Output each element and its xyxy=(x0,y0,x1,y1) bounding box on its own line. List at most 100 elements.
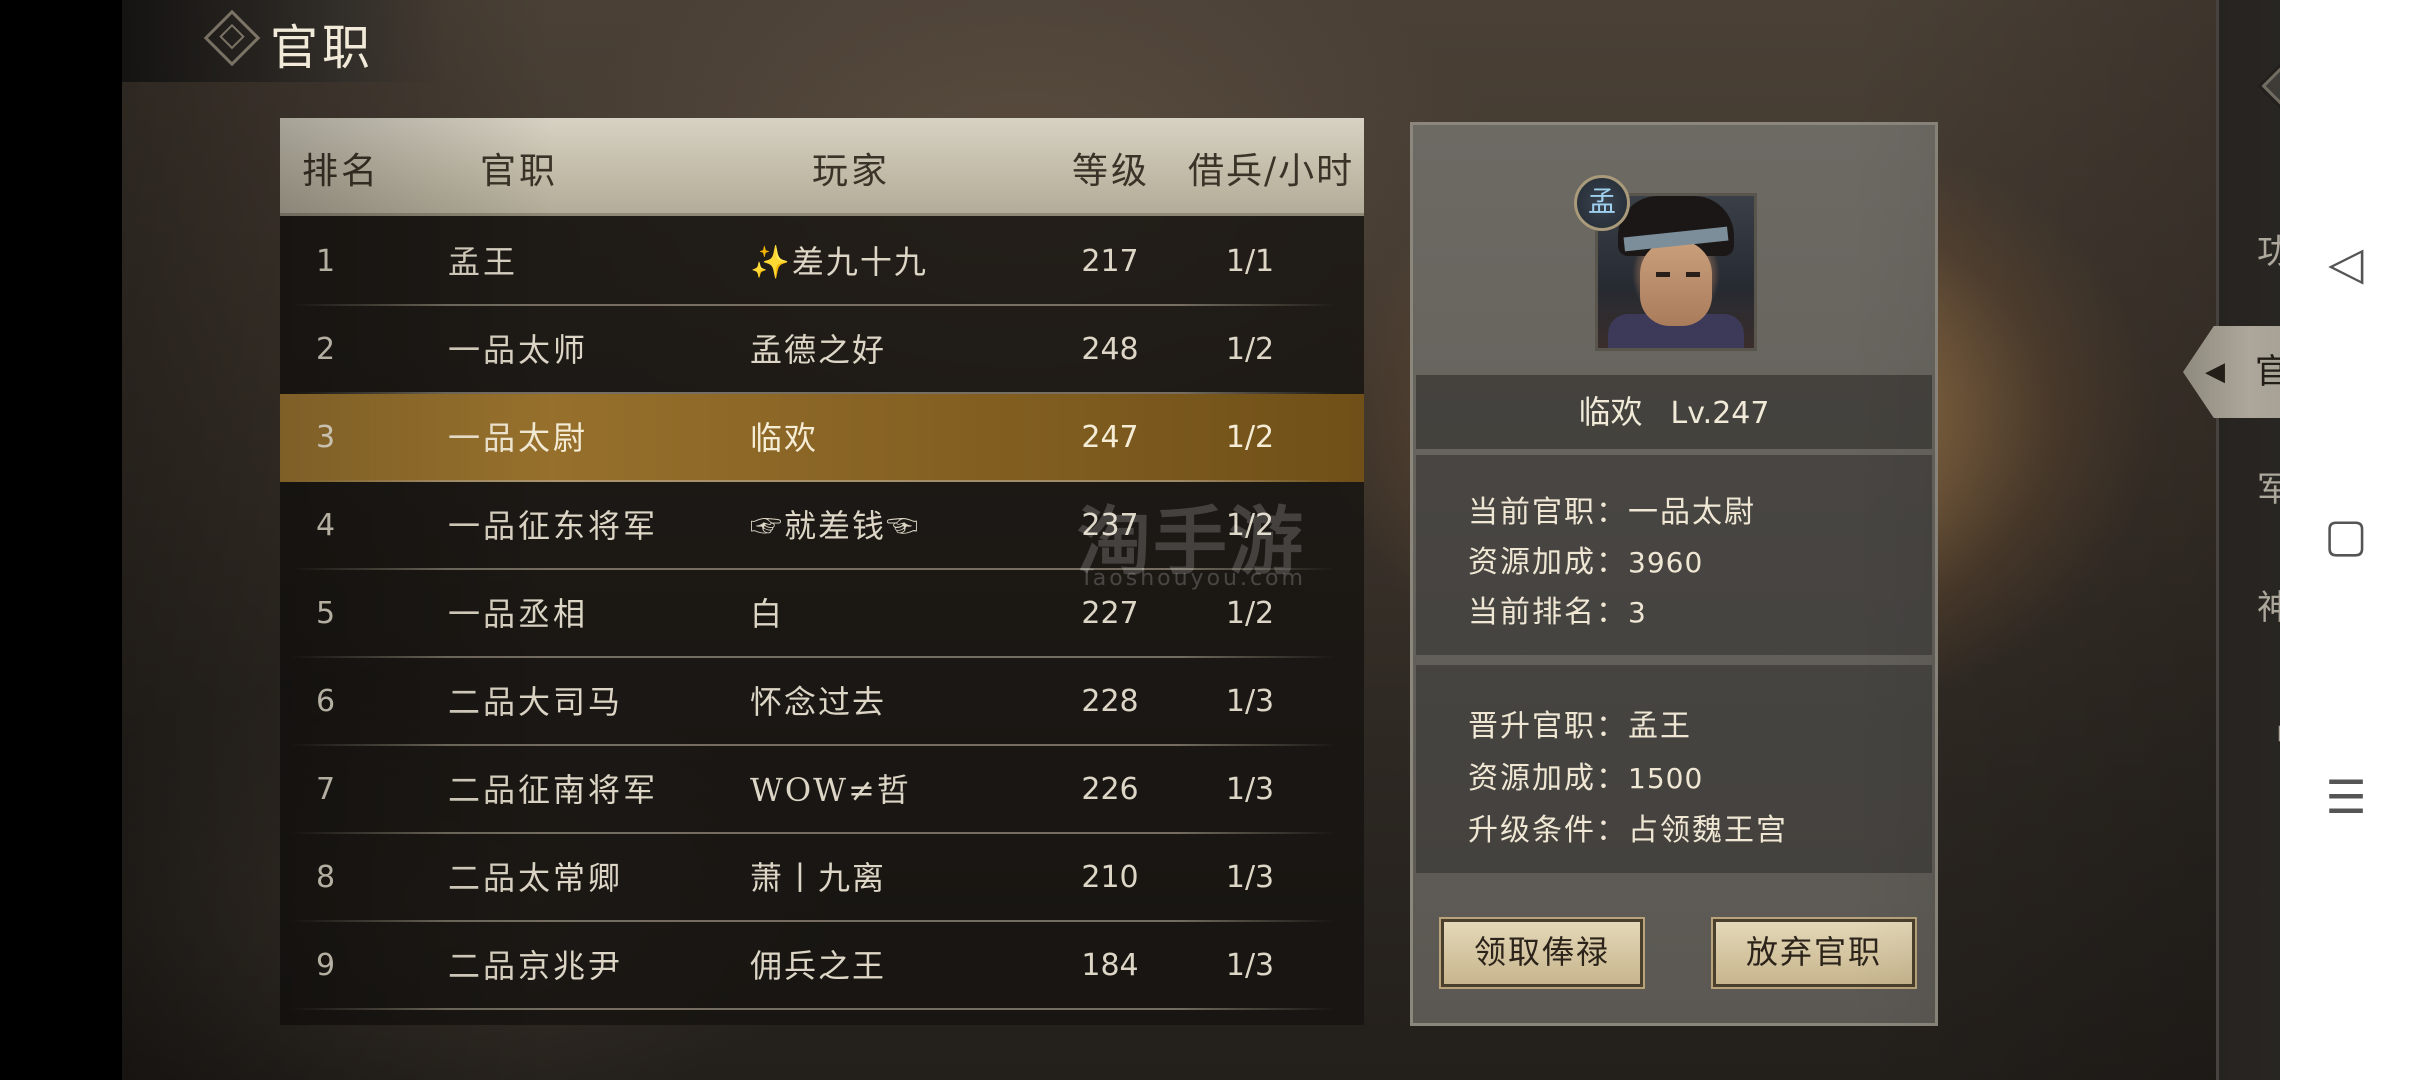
player-cell: 临欢 xyxy=(750,419,819,457)
level-cell: 217 xyxy=(1081,244,1139,279)
current-bonus-label: 资源加成： xyxy=(1468,545,1628,580)
avatar-eye xyxy=(1656,272,1670,277)
nav-item-label: 官职 xyxy=(2255,352,2280,392)
rank-cell: 3 xyxy=(316,420,336,455)
collect-salary-button[interactable]: 领取俸禄 xyxy=(1441,919,1643,987)
table-row-selected[interactable]: 3 一品太尉 临欢 247 1/2 xyxy=(280,394,1364,482)
rank-cell: 5 xyxy=(316,596,336,631)
troops-cell: 1/3 xyxy=(1225,860,1275,895)
close-button[interactable]: ✕ xyxy=(2261,36,2280,136)
table-row[interactable]: 8 二品太常卿 萧丨九离 210 1/3 xyxy=(280,834,1364,922)
current-bonus-line: 资源加成：3960 xyxy=(1468,537,1703,581)
table-header: 排名 官职 玩家 等级 借兵/小时 xyxy=(280,118,1364,216)
level-cell: 210 xyxy=(1081,860,1139,895)
table-row[interactable]: 6 二品大司马 怀念过去 228 1/3 xyxy=(280,658,1364,746)
active-arrow-icon: ◀ xyxy=(2205,357,2229,387)
rank-cell: 4 xyxy=(316,508,336,543)
nav-item-warship[interactable]: 战舰 xyxy=(2239,700,2280,749)
promotion-condition-label: 升级条件： xyxy=(1468,813,1628,848)
rank-cell: 2 xyxy=(316,332,336,367)
title-cell: 二品大司马 xyxy=(448,683,624,721)
nav-item-merit-ranking[interactable]: 功勋榜 xyxy=(2239,224,2280,273)
player-cell: 白 xyxy=(750,595,785,633)
player-cell: 孟德之好 xyxy=(750,331,887,369)
current-rank-line: 当前排名：3 xyxy=(1468,587,1647,631)
nav-item-official-title[interactable]: ◀ 官职 xyxy=(2183,326,2280,418)
level-cell: 226 xyxy=(1081,772,1139,807)
watermark-url: Taoshouyou.com xyxy=(1080,566,1306,591)
rank-cell: 6 xyxy=(316,684,336,719)
current-title-label: 当前官职： xyxy=(1468,495,1628,530)
back-icon[interactable]: ◁ xyxy=(2280,236,2412,290)
header-troops: 借兵/小时 xyxy=(1188,151,1355,192)
troops-cell: 1/2 xyxy=(1225,420,1275,455)
system-nav-bar: ◁ ▢ ☰ xyxy=(2280,0,2412,1080)
table-row[interactable]: 2 一品太师 孟德之好 248 1/2 xyxy=(280,306,1364,394)
title-cell: 一品丞相 xyxy=(448,595,589,633)
rank-cell: 7 xyxy=(316,772,336,807)
promotion-info-section: 晋升官职：孟王 资源加成：1500 升级条件：占领魏王宫 xyxy=(1416,665,1932,873)
promotion-title-value: 孟王 xyxy=(1628,709,1692,744)
troops-cell: 1/3 xyxy=(1225,684,1275,719)
player-cell: 佣兵之王 xyxy=(750,947,887,985)
menu-icon[interactable]: ☰ xyxy=(2280,770,2412,824)
profile-panel: 孟 临欢 Lv.247 当前官职：一品太尉 资源加成：3960 当前排名：3 晋升… xyxy=(1410,122,1938,1026)
title-cell: 一品太尉 xyxy=(448,419,589,457)
current-rank-value: 3 xyxy=(1628,596,1647,629)
current-title-line: 当前官职：一品太尉 xyxy=(1468,487,1756,531)
table-row[interactable]: 1 孟王 ✨差九十九 217 1/1 xyxy=(280,218,1364,306)
title-cell: 二品太常卿 xyxy=(448,859,624,897)
troops-cell: 1/1 xyxy=(1225,244,1275,279)
title-cell: 孟王 xyxy=(448,243,519,281)
promotion-bonus-value: 1500 xyxy=(1628,762,1704,795)
title-cell: 二品征南将军 xyxy=(448,771,659,809)
promotion-condition-line: 升级条件：占领魏王宫 xyxy=(1468,805,1788,849)
abandon-title-button[interactable]: 放弃官职 xyxy=(1713,919,1915,987)
player-cell: ☞就差钱☜ xyxy=(750,507,921,545)
promotion-bonus-label: 资源加成： xyxy=(1468,761,1628,796)
avatar-eye xyxy=(1686,272,1700,277)
player-name: 临欢 xyxy=(1578,393,1643,431)
game-screen: 官职 排名 官职 玩家 等级 借兵/小时 1 孟王 ✨差九十九 217 1/1 … xyxy=(122,0,2280,1080)
troops-cell: 1/2 xyxy=(1225,332,1275,367)
promotion-title-line: 晋升官职：孟王 xyxy=(1468,701,1692,745)
player-cell: 萧丨九离 xyxy=(750,859,887,897)
promotion-condition-value: 占领魏王宫 xyxy=(1628,813,1788,848)
current-info-section: 当前官职：一品太尉 资源加成：3960 当前排名：3 xyxy=(1416,455,1932,655)
nav-item-military-merit-book[interactable]: 军功簿 xyxy=(2239,462,2280,511)
level-cell: 228 xyxy=(1081,684,1139,719)
header-rank: 排名 xyxy=(302,151,381,192)
rank-cell: 9 xyxy=(316,948,336,983)
diamond-icon xyxy=(203,9,261,67)
level-cell: 184 xyxy=(1081,948,1139,983)
player-cell: WOW≠哲 xyxy=(750,771,911,809)
avatar-face xyxy=(1640,240,1712,326)
current-title-value: 一品太尉 xyxy=(1628,495,1756,530)
title-cell: 一品太师 xyxy=(448,331,589,369)
left-black-bar xyxy=(0,0,122,1080)
level-cell: 248 xyxy=(1081,332,1139,367)
promotion-title-label: 晋升官职： xyxy=(1468,709,1628,744)
header-player: 玩家 xyxy=(812,151,891,192)
header-level: 等级 xyxy=(1072,151,1151,192)
level-cell: 247 xyxy=(1081,420,1139,455)
title-cell: 二品京兆尹 xyxy=(448,947,624,985)
player-cell: ✨差九十九 xyxy=(750,243,928,281)
player-name-bar: 临欢 Lv.247 xyxy=(1416,375,1932,449)
promotion-bonus-line: 资源加成：1500 xyxy=(1468,753,1703,797)
table-row[interactable]: 7 二品征南将军 WOW≠哲 226 1/3 xyxy=(280,746,1364,834)
right-nav: ✕ 功勋榜 ◀ 官职 军功簿 神兵阁 战舰 xyxy=(2183,0,2280,1080)
player-cell: 怀念过去 xyxy=(750,683,887,721)
troops-cell: 1/3 xyxy=(1225,948,1275,983)
page-title: 官职 xyxy=(270,20,375,76)
current-bonus-value: 3960 xyxy=(1628,546,1704,579)
header-title: 官职 xyxy=(480,151,559,192)
faction-badge: 孟 xyxy=(1574,175,1630,231)
player-level: Lv.247 xyxy=(1670,396,1770,431)
rank-cell: 8 xyxy=(316,860,336,895)
title-bar: 官职 xyxy=(122,0,442,82)
troops-cell: 1/3 xyxy=(1225,772,1275,807)
home-icon[interactable]: ▢ xyxy=(2280,508,2412,562)
table-row[interactable]: 9 二品京兆尹 佣兵之王 184 1/3 xyxy=(280,922,1364,1010)
nav-item-divine-weapon-pavilion[interactable]: 神兵阁 xyxy=(2239,580,2280,629)
